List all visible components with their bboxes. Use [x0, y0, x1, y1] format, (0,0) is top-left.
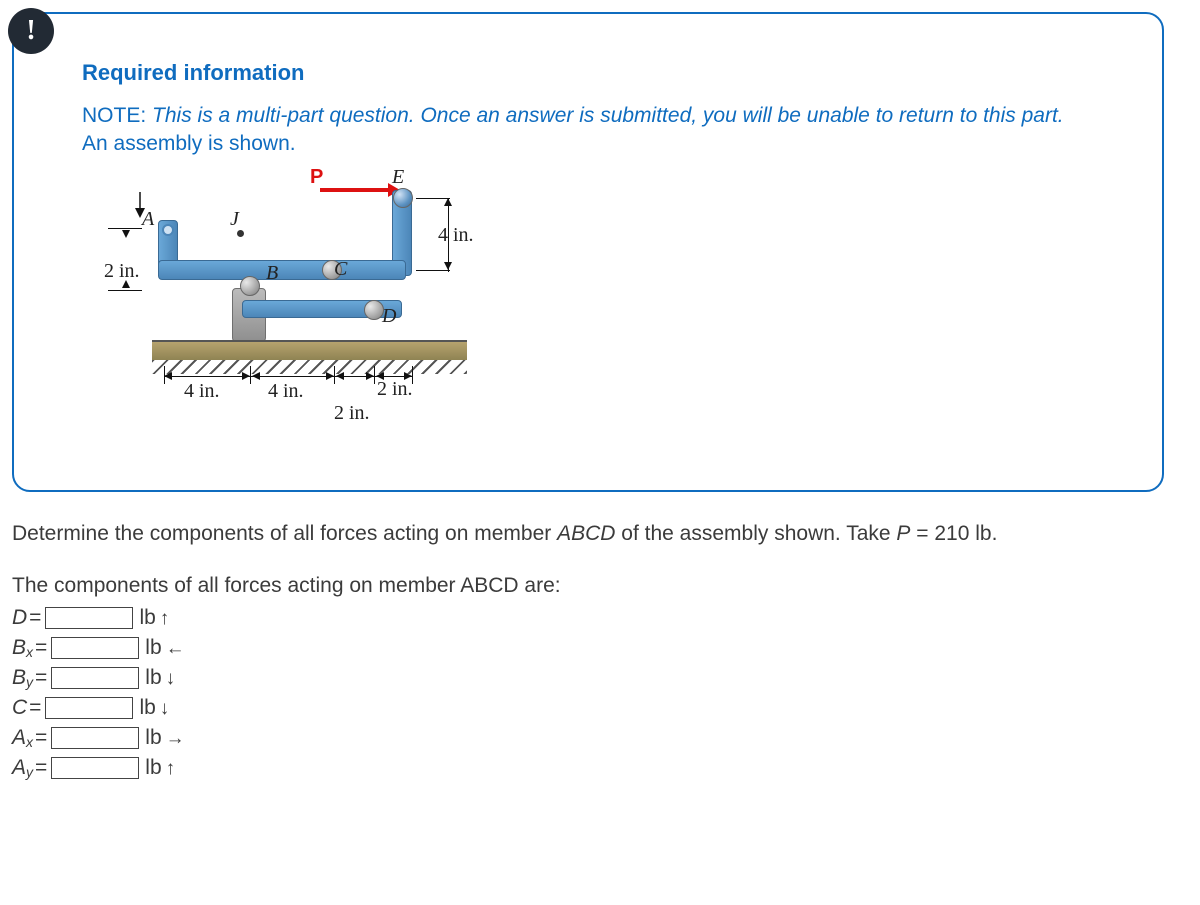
label-j: J	[230, 208, 239, 231]
dim-4in-right: 4 in.	[438, 224, 474, 247]
answer-variable: D	[12, 606, 27, 630]
question-pvar: P	[896, 522, 910, 545]
dim-line	[164, 376, 412, 377]
dim-arrowhead	[164, 372, 172, 380]
components-intro: The components of all forces acting on m…	[12, 574, 1164, 598]
dim-arrowhead	[252, 372, 260, 380]
question-mid: of the assembly shown. Take	[615, 522, 896, 545]
answer-input[interactable]	[45, 697, 133, 719]
answer-input[interactable]	[51, 757, 139, 779]
note-text: This is a multi-part question. Once an a…	[152, 104, 1064, 127]
alert-icon: !	[26, 15, 35, 47]
equals-sign: =	[29, 606, 41, 630]
answer-unit: lb	[145, 756, 161, 780]
answer-row: By = lb ↓	[12, 664, 1164, 692]
dim-tick	[108, 290, 142, 291]
direction-arrow-icon: ↑	[166, 759, 176, 778]
answer-row: Bx = lb ←	[12, 634, 1164, 662]
assembly-line: An assembly is shown.	[82, 132, 1132, 156]
answer-subscript: y	[26, 674, 33, 690]
answer-subscript: x	[26, 644, 33, 660]
sub-pre: The components of all forces acting on m…	[12, 574, 460, 597]
answer-row: D = lb ↑	[12, 604, 1164, 632]
required-info-box: ! Required information NOTE: This is a m…	[12, 12, 1164, 492]
hole-a	[162, 224, 174, 236]
answer-input[interactable]	[51, 667, 139, 689]
direction-arrow-icon: →	[166, 729, 185, 748]
answer-input[interactable]	[51, 637, 139, 659]
dim-tick	[374, 366, 375, 384]
answer-input[interactable]	[45, 607, 133, 629]
equals-sign: =	[35, 636, 47, 660]
direction-arrow-icon: ←	[166, 639, 185, 658]
load-a-arrow	[132, 192, 148, 218]
direction-arrow-icon: ↓	[166, 669, 176, 688]
label-e: E	[392, 166, 404, 189]
answer-row: Ay = lb ↑	[12, 754, 1164, 782]
answer-variable: B	[12, 636, 26, 660]
answer-variable: C	[12, 696, 27, 720]
member-horizontal-upper	[158, 260, 406, 280]
required-info-title: Required information	[82, 60, 1132, 86]
dim-arrowhead	[122, 230, 130, 238]
dim-tick	[250, 366, 251, 384]
dim-arrowhead	[326, 372, 334, 380]
direction-arrow-icon: ↓	[160, 699, 170, 718]
answer-unit: lb	[139, 606, 155, 630]
answer-subscript: x	[26, 734, 33, 750]
dim-arrowhead	[444, 262, 452, 270]
dim-4in-2: 4 in.	[268, 380, 304, 403]
dim-2in-3: 2 in.	[377, 378, 413, 401]
sub-member: ABCD	[460, 574, 518, 597]
force-p-arrow	[320, 188, 390, 192]
dim-arrowhead	[444, 198, 452, 206]
dim-tick	[416, 270, 450, 271]
answer-unit: lb	[139, 696, 155, 720]
dim-tick	[334, 366, 335, 384]
equals-sign: =	[35, 666, 47, 690]
note-label: NOTE:	[82, 104, 146, 127]
answer-unit: lb	[145, 666, 161, 690]
dim-2in-left: 2 in.	[104, 260, 140, 283]
answer-variable: B	[12, 666, 26, 690]
pin-d	[364, 300, 384, 320]
answer-unit: lb	[145, 636, 161, 660]
ground-hatch	[152, 360, 467, 374]
dim-arrowhead	[366, 372, 374, 380]
label-c: C	[334, 258, 347, 281]
assembly-figure: P E A J B C D	[102, 170, 1132, 450]
answers-block: D = lb ↑ Bx = lb ← By = lb ↓ C = lb ↓ Ax = lb → Ay…	[12, 604, 1164, 782]
note-line: NOTE: This is a multi-part question. Onc…	[82, 104, 1132, 128]
dim-2in-4: 2 in.	[334, 402, 370, 425]
ground	[152, 340, 467, 360]
sub-post: are:	[519, 574, 561, 597]
answer-row: Ax = lb →	[12, 724, 1164, 752]
question-pval: = 210 lb.	[910, 522, 997, 545]
answer-unit: lb	[145, 726, 161, 750]
label-d: D	[382, 305, 396, 328]
answer-input[interactable]	[51, 727, 139, 749]
question-text: Determine the components of all forces a…	[12, 522, 1164, 546]
question-pre: Determine the components of all forces a…	[12, 522, 557, 545]
alert-badge: !	[8, 8, 54, 54]
answer-row: C = lb ↓	[12, 694, 1164, 722]
dim-tick	[108, 228, 142, 229]
answer-variable: A	[12, 726, 26, 750]
label-p: P	[310, 166, 323, 189]
equals-sign: =	[35, 756, 47, 780]
answer-variable: A	[12, 756, 26, 780]
dim-arrowhead	[242, 372, 250, 380]
equals-sign: =	[29, 696, 41, 720]
point-j	[237, 230, 244, 237]
dim-arrowhead	[336, 372, 344, 380]
equals-sign: =	[35, 726, 47, 750]
pin-e	[393, 188, 413, 208]
answer-subscript: y	[26, 764, 33, 780]
direction-arrow-icon: ↑	[160, 609, 170, 628]
label-b: B	[266, 262, 278, 285]
dim-4in-1: 4 in.	[184, 380, 220, 403]
question-member: ABCD	[557, 522, 615, 545]
pin-b	[240, 276, 260, 296]
